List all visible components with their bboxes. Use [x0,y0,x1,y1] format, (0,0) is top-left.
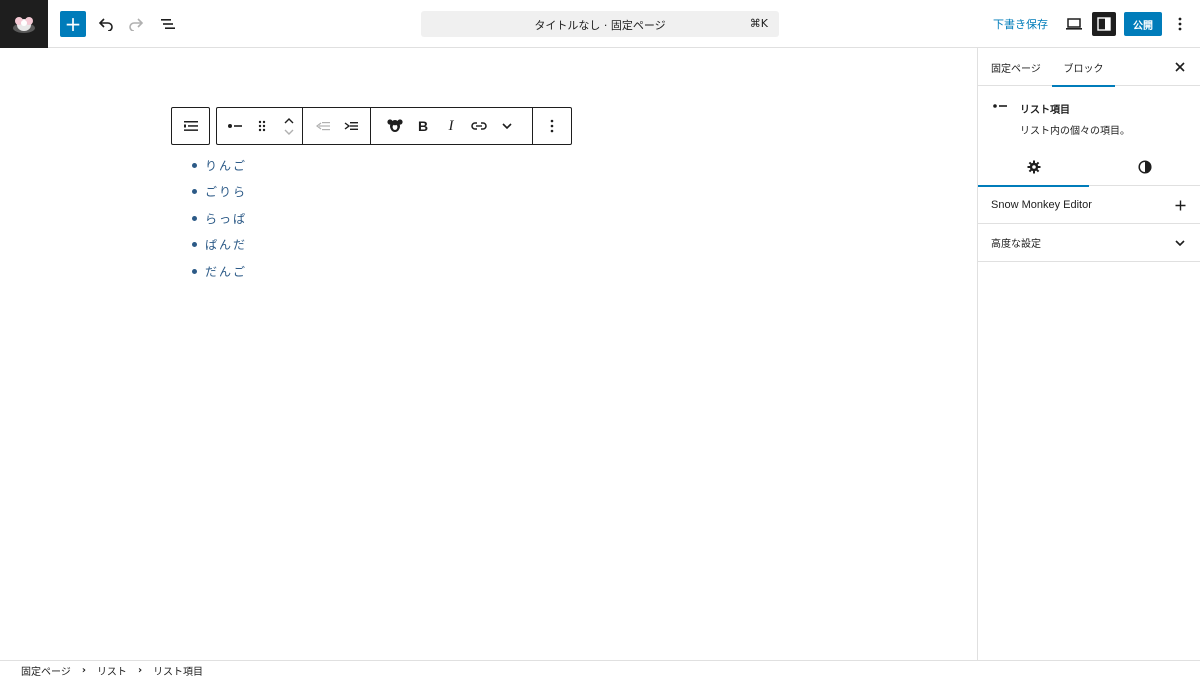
block-options-button[interactable] [538,108,566,144]
block-breadcrumb: 固定ページ › リスト › リスト項目 [0,660,1200,680]
block-inspector-tabs [978,148,1200,187]
italic-button[interactable]: I [437,108,465,144]
command-palette-bar[interactable]: タイトルなし · 固定ページ ⌘K [421,11,779,37]
undo-button[interactable] [93,11,119,37]
editor-header: + タイトルなし · 固定ページ ⌘K 下書き保存 公開 [0,0,1200,48]
list-block-icon [183,121,198,131]
block-card-title: リスト項目 [1020,105,1070,116]
tab-settings[interactable] [978,148,1089,187]
sidebar-icon [1097,17,1111,31]
block-toolbar: B I [216,107,572,145]
gear-icon [1027,160,1040,174]
expand-button[interactable] [1170,195,1190,215]
toolbar-section-format: B I [371,108,533,144]
outdent-icon [316,122,330,131]
monkey-icon [387,119,403,132]
chevron-down-icon [284,129,293,135]
snow-monkey-logo-icon [13,17,35,33]
snow-monkey-format-button[interactable] [381,108,409,144]
redo-button[interactable] [123,11,149,37]
site-logo[interactable] [0,0,48,48]
close-sidebar-button[interactable] [1170,57,1190,77]
document-title: タイトルなし · 固定ページ [534,19,666,32]
move-block-buttons[interactable] [275,108,302,144]
desktop-icon [1066,18,1082,30]
drag-handle[interactable] [248,108,275,144]
options-menu-button[interactable] [1170,11,1190,37]
list-item-text: らっぱ [205,211,248,226]
panel-title: Snow Monkey Editor [991,198,1092,211]
settings-toggle-button[interactable] [1092,12,1116,36]
list-item-text: ごりら [205,185,248,200]
breadcrumb-item: リスト項目 [153,667,204,678]
advanced-settings-panel[interactable]: 高度な設定 [978,224,1200,262]
list-block[interactable]: りんご ごりら らっぱ ぱんだ だんご [190,152,247,285]
block-inserter-button[interactable]: + [60,11,86,37]
list-item[interactable]: ごりら [190,179,247,206]
indent-button[interactable] [337,108,365,144]
bullet [192,268,197,274]
link-button[interactable] [465,108,493,144]
tab-block[interactable]: ブロック [1052,48,1115,87]
list-item[interactable]: らっぱ [190,205,247,232]
toolbar-section-indent [303,108,371,144]
chevron-down-icon [502,123,512,129]
expand-button[interactable] [1170,233,1190,253]
settings-sidebar: 固定ページ ブロック リスト項目 リスト内の個々の項目。 Snow Monkey… [977,48,1200,660]
list-item-icon [993,104,1007,108]
redo-icon [129,18,144,31]
tab-styles[interactable] [1089,148,1200,186]
bullet [192,242,197,248]
block-card: リスト項目 リスト内の個々の項目。 [978,86,1200,148]
toolbar-section-block [217,108,303,144]
breadcrumb-item[interactable]: 固定ページ [21,663,71,678]
list-item[interactable]: だんご [190,258,247,285]
list-item-text: ぱんだ [205,238,248,253]
list-view-icon [161,19,175,29]
tab-page[interactable]: 固定ページ [991,48,1041,86]
outdent-button[interactable] [309,108,337,144]
undo-icon [98,18,113,31]
save-draft-button[interactable]: 下書き保存 [993,16,1048,32]
block-type-button[interactable] [221,108,248,144]
chevron-right-icon: › [137,665,143,676]
list-item-icon [227,124,242,128]
publish-label: 公開 [1133,20,1153,32]
close-icon [1175,62,1185,72]
panel-title: 高度な設定 [991,239,1041,250]
sidebar-tabs: 固定ページ ブロック [978,48,1200,87]
preview-button[interactable] [1061,11,1087,37]
chevron-right-icon: › [81,665,86,676]
chevron-down-icon [1175,240,1185,246]
list-item-text: だんご [205,264,248,279]
select-parent-block-button[interactable] [171,107,210,145]
drag-handle-icon [258,120,265,132]
indent-icon [344,122,358,130]
add-label: + [64,12,82,36]
snow-monkey-editor-panel[interactable]: Snow Monkey Editor [978,186,1200,224]
bold-button[interactable]: B [409,108,437,144]
bullet [192,162,197,168]
block-card-description: リスト内の個々の項目。 [1020,126,1130,137]
breadcrumb-item[interactable]: リスト [97,663,127,678]
shortcut-hint: ⌘K [749,17,768,30]
more-vertical-icon [1178,17,1182,31]
publish-button[interactable]: 公開 [1124,12,1162,36]
chevron-up-icon [284,117,293,123]
more-formats-button[interactable] [493,108,521,144]
list-item[interactable]: りんご [190,152,247,179]
list-item[interactable]: ぱんだ [190,232,247,259]
link-icon [471,122,487,130]
document-overview-button[interactable] [155,11,181,37]
toolbar-section-options [533,108,571,144]
contrast-icon [1137,160,1152,174]
plus-icon [1175,200,1185,210]
more-vertical-icon [550,119,554,133]
bullet [192,189,197,195]
list-item-text: りんご [205,158,248,173]
bullet [192,215,197,221]
